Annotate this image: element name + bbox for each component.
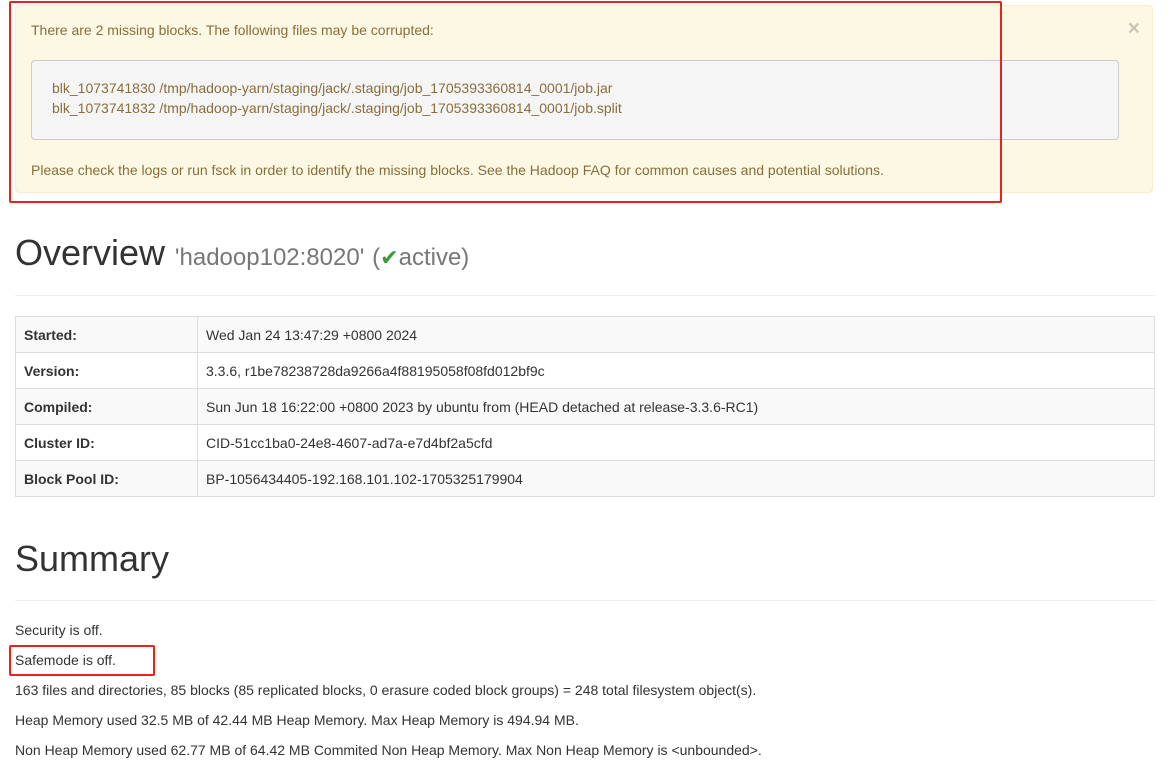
namenode-state: active) bbox=[398, 244, 470, 271]
summary-title: Summary bbox=[15, 538, 170, 579]
summary-lines: Security is off. Safemode is off. 163 fi… bbox=[15, 620, 762, 770]
alert-footer-text: Please check the logs or run fsck in ord… bbox=[31, 162, 884, 178]
missing-block-item: blk_1073741832 /tmp/hadoop-yarn/staging/… bbox=[52, 100, 622, 116]
missing-blocks-list: blk_1073741830 /tmp/hadoop-yarn/staging/… bbox=[31, 60, 1119, 140]
row-value: BP-1056434405-192.168.101.102-1705325179… bbox=[197, 460, 1155, 497]
heap-memory-summary: Heap Memory used 32.5 MB of 42.44 MB Hea… bbox=[15, 712, 579, 728]
row-key: Started: bbox=[15, 316, 198, 353]
close-icon[interactable]: × bbox=[1128, 18, 1140, 39]
overview-table: Started: Wed Jan 24 13:47:29 +0800 2024 … bbox=[15, 316, 1155, 497]
filesystem-objects-summary: 163 files and directories, 85 blocks (85… bbox=[15, 682, 757, 698]
missing-block-item: blk_1073741830 /tmp/hadoop-yarn/staging/… bbox=[52, 80, 613, 96]
row-key: Cluster ID: bbox=[15, 424, 198, 461]
alert-intro-text: There are 2 missing blocks. The followin… bbox=[31, 22, 434, 38]
check-icon: ✔ bbox=[380, 245, 399, 270]
table-row: Version: 3.3.6, r1be78238728da9266a4f881… bbox=[15, 352, 1155, 389]
overview-header: Overview 'hadoop102:8020' (✔active) bbox=[15, 232, 469, 274]
row-key: Compiled: bbox=[15, 388, 198, 425]
row-value: Wed Jan 24 13:47:29 +0800 2024 bbox=[197, 316, 1155, 353]
row-value: Sun Jun 18 16:22:00 +0800 2023 by ubuntu… bbox=[197, 388, 1155, 425]
row-key: Block Pool ID: bbox=[15, 460, 198, 497]
table-row: Cluster ID: CID-51cc1ba0-24e8-4607-ad7a-… bbox=[15, 424, 1155, 461]
overview-divider bbox=[15, 295, 1155, 296]
row-key: Version: bbox=[15, 352, 198, 389]
table-row: Block Pool ID: BP-1056434405-192.168.101… bbox=[15, 460, 1155, 497]
state-open-paren: ( bbox=[372, 244, 381, 271]
table-row: Started: Wed Jan 24 13:47:29 +0800 2024 bbox=[15, 316, 1155, 353]
non-heap-memory-summary: Non Heap Memory used 62.77 MB of 64.42 M… bbox=[15, 742, 762, 758]
row-value: CID-51cc1ba0-24e8-4607-ad7a-e7d4bf2a5cfd bbox=[197, 424, 1155, 461]
safemode-status: Safemode is off. bbox=[15, 652, 116, 668]
namenode-host: 'hadoop102:8020' bbox=[174, 244, 365, 271]
overview-title: Overview bbox=[15, 232, 166, 273]
table-row: Compiled: Sun Jun 18 16:22:00 +0800 2023… bbox=[15, 388, 1155, 425]
summary-divider bbox=[15, 600, 1155, 601]
missing-blocks-alert: There are 2 missing blocks. The followin… bbox=[15, 5, 1153, 193]
security-status: Security is off. bbox=[15, 622, 103, 638]
row-value: 3.3.6, r1be78238728da9266a4f88195058f08f… bbox=[197, 352, 1155, 389]
